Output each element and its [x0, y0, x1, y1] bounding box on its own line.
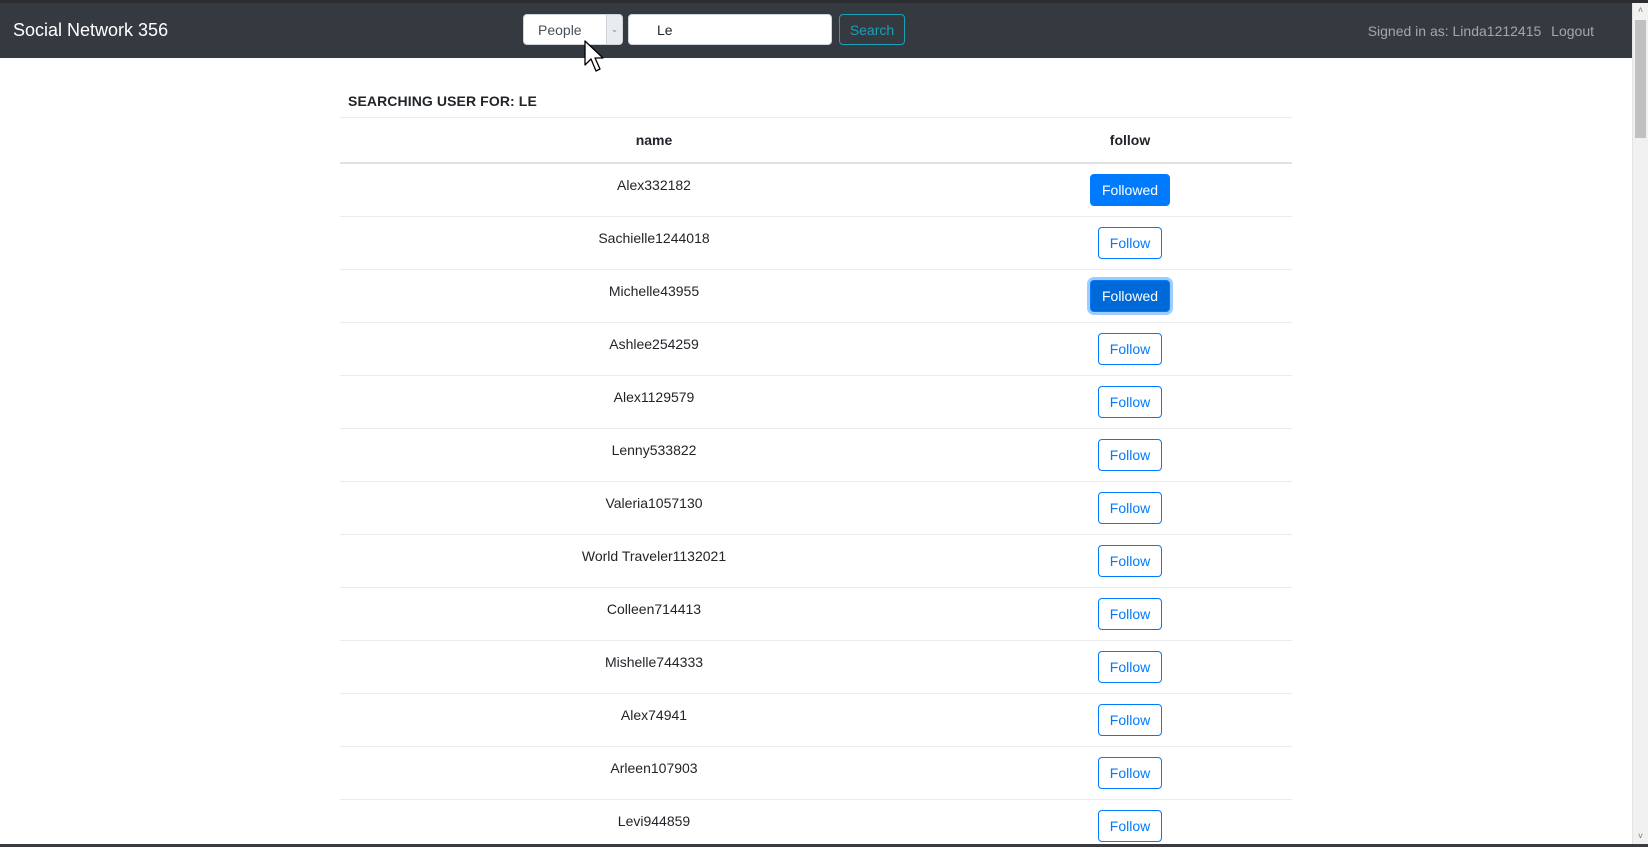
table-row: Alex1129579 Follow: [340, 374, 1292, 428]
search-input[interactable]: [628, 14, 832, 45]
chevron-down-icon[interactable]: ˅: [1633, 829, 1648, 844]
table-header-row: name follow: [340, 117, 1292, 164]
user-name: Sachielle1244018: [340, 215, 968, 269]
user-name: Arleen107903: [340, 745, 968, 799]
user-name: Michelle43955: [340, 268, 968, 322]
follow-cell: Follow: [968, 586, 1292, 640]
follow-button[interactable]: Follow: [1097, 226, 1163, 259]
user-name: Valeria1057130: [340, 480, 968, 534]
follow-button[interactable]: Follow: [1097, 756, 1163, 789]
user-name: Colleen714413: [340, 586, 968, 640]
follow-cell: Followed: [968, 162, 1292, 216]
table-row: Valeria1057130 Follow: [340, 480, 1292, 534]
follow-button[interactable]: Follow: [1097, 597, 1163, 630]
user-name: Lenny533822: [340, 427, 968, 481]
table-row: World Traveler1132021 Follow: [340, 533, 1292, 587]
user-area: Signed in as: Linda1212415 Logout: [1368, 23, 1594, 39]
user-name: Ashlee254259: [340, 321, 968, 375]
table-row: Lenny533822 Follow: [340, 427, 1292, 481]
follow-cell: Follow: [968, 639, 1292, 693]
table-row: Sachielle1244018 Follow: [340, 215, 1292, 269]
follow-cell: Follow: [968, 427, 1292, 481]
user-name: Alex74941: [340, 692, 968, 746]
user-name: Alex1129579: [340, 374, 968, 428]
user-name: World Traveler1132021: [340, 533, 968, 587]
scrollbar-thumb[interactable]: [1635, 20, 1646, 138]
brand-link[interactable]: Social Network 356: [13, 20, 168, 41]
follow-cell: Follow: [968, 374, 1292, 428]
follow-cell: Follow: [968, 321, 1292, 375]
follow-cell: Follow: [968, 533, 1292, 587]
table-row: Mishelle744333 Follow: [340, 639, 1292, 693]
table-row: Alex74941 Follow: [340, 692, 1292, 746]
column-header-name: name: [340, 117, 968, 164]
follow-cell: Follow: [968, 745, 1292, 799]
table-row: Michelle43955 Followed: [340, 268, 1292, 322]
follow-button[interactable]: Follow: [1097, 809, 1163, 842]
table-row: Arleen107903 Follow: [340, 745, 1292, 799]
mouse-pointer-icon: [584, 40, 604, 72]
chevron-down-icon[interactable]: ⌄: [606, 15, 622, 44]
follow-button[interactable]: Follow: [1097, 650, 1163, 683]
table-row: Colleen714413 Follow: [340, 586, 1292, 640]
follow-button[interactable]: Follow: [1097, 438, 1163, 471]
follow-button[interactable]: Follow: [1097, 703, 1163, 736]
search-button[interactable]: Search: [839, 14, 905, 45]
table-row: Alex332182 Followed: [340, 162, 1292, 216]
chevron-up-icon[interactable]: ˄: [1633, 3, 1648, 18]
table-row: Ashlee254259 Follow: [340, 321, 1292, 375]
follow-button[interactable]: Follow: [1097, 332, 1163, 365]
user-name: Alex332182: [340, 162, 968, 216]
vertical-scrollbar[interactable]: ˄ ˅: [1632, 3, 1648, 844]
follow-cell: Followed: [968, 268, 1292, 322]
follow-cell: Follow: [968, 692, 1292, 746]
follow-button[interactable]: Follow: [1097, 385, 1163, 418]
logout-link[interactable]: Logout: [1551, 23, 1594, 39]
page-title: SEARCHING USER FOR: LE: [348, 93, 537, 109]
follow-button[interactable]: Follow: [1097, 544, 1163, 577]
results-table: name follow Alex332182 Followed Sachielle1…: [340, 117, 1292, 852]
follow-cell: Follow: [968, 215, 1292, 269]
column-header-follow: follow: [968, 117, 1292, 164]
follow-cell: Follow: [968, 480, 1292, 534]
navbar: Social Network 356 People ⌄ Search Signe…: [0, 3, 1632, 58]
user-name: Mishelle744333: [340, 639, 968, 693]
search-type-select[interactable]: People ⌄: [523, 14, 623, 45]
followed-button[interactable]: Followed: [1089, 279, 1171, 312]
follow-button[interactable]: Follow: [1097, 491, 1163, 524]
followed-button[interactable]: Followed: [1089, 174, 1171, 206]
signed-in-label: Signed in as: Linda1212415: [1367, 23, 1542, 39]
search-type-value: People: [538, 22, 582, 38]
